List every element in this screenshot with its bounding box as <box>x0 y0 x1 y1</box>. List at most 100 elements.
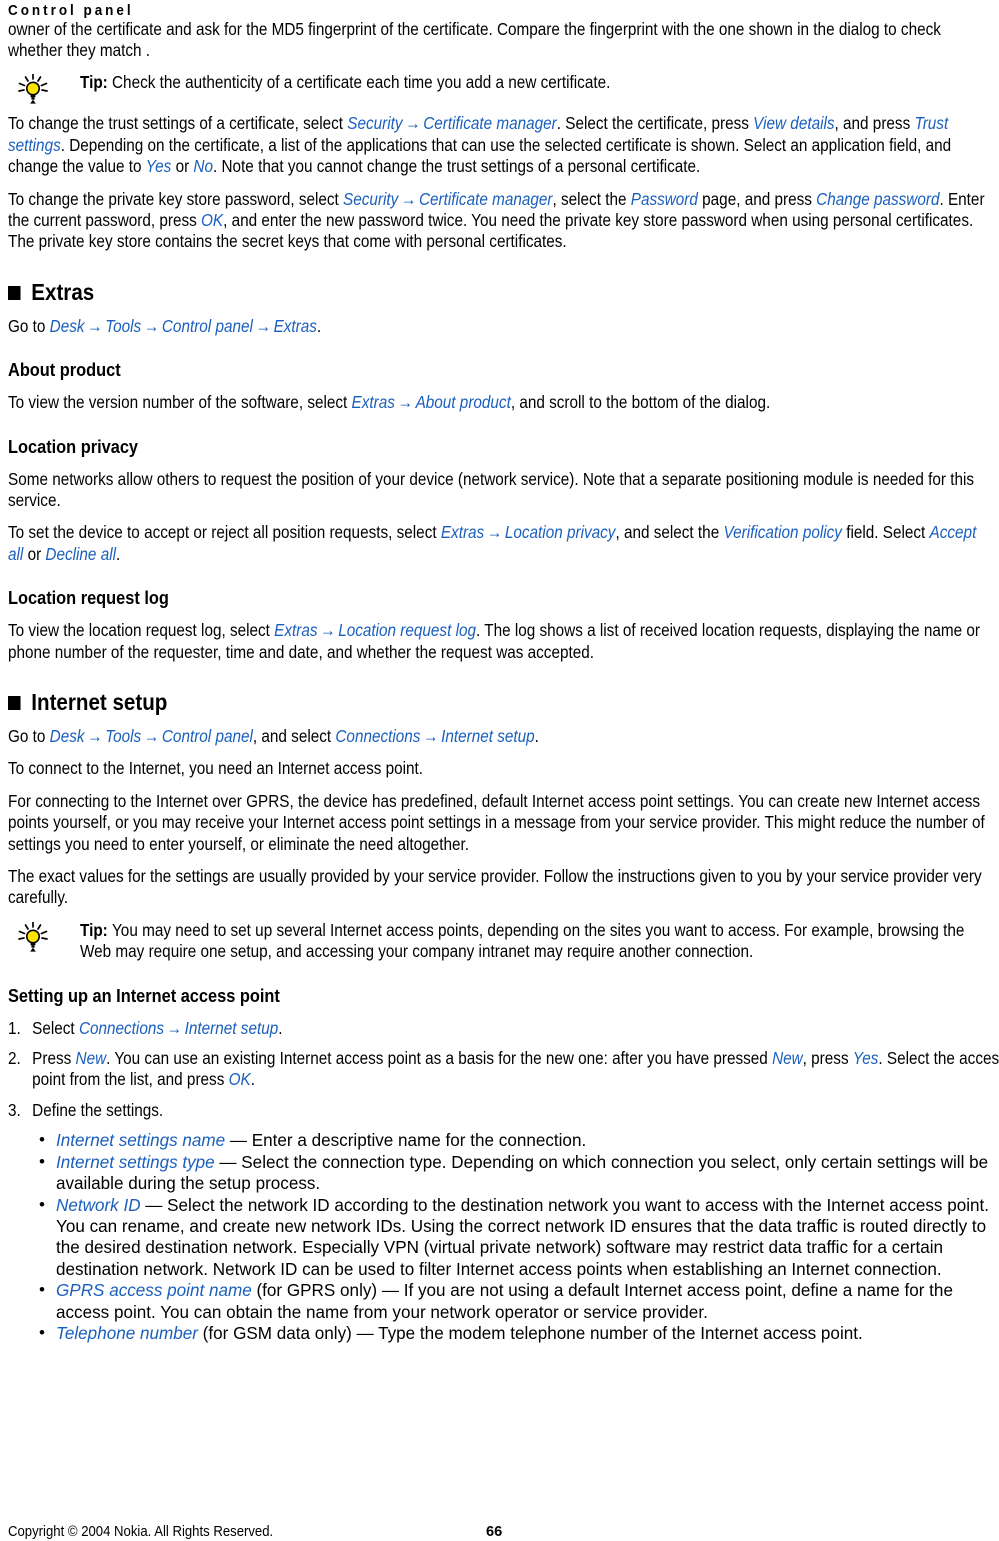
text-run: Go to <box>8 316 50 336</box>
ui-reference: OK <box>228 1070 251 1090</box>
heading-internet-setup: Internet setup <box>8 689 991 715</box>
setting-description: — Enter a descriptive name for the conne… <box>225 1131 587 1151</box>
list-bullet-icon: • <box>39 1194 45 1214</box>
arrow-icon: → <box>87 316 103 336</box>
text-run: . <box>250 1070 255 1090</box>
ui-reference: Security <box>347 114 403 134</box>
ui-reference: About product <box>415 393 511 413</box>
para-gprs-predefined: For connecting to the Internet over GPRS… <box>8 791 991 855</box>
list-bullet-icon: • <box>39 1130 45 1150</box>
ui-reference: Password <box>630 189 698 209</box>
setting-description: — Select the network ID according to the… <box>56 1195 990 1279</box>
tip-body: Check the authenticity of a certificate … <box>112 73 611 93</box>
para-private-key-store: To change the private key store password… <box>8 189 991 253</box>
ui-reference: Extras <box>440 523 485 543</box>
text-run: , and select <box>252 727 336 746</box>
document-page: Control panel owner of the certificate a… <box>0 0 999 1540</box>
para-goto-internet-setup: Go to Desk → Tools → Control panel, and sele… <box>8 726 991 747</box>
ui-reference: Security <box>343 189 399 209</box>
ui-reference: Yes <box>852 1049 879 1069</box>
step-text: Define the settings. <box>32 1101 163 1120</box>
arrow-icon: → <box>405 114 421 134</box>
text-run: To connect to the Internet, you need an … <box>8 759 424 779</box>
para-exact-values: The exact values for the settings are us… <box>8 866 991 909</box>
para-goto-extras: Go to Desk → Tools → Control panel → Extras. <box>8 316 991 337</box>
ui-reference: Internet setup <box>441 727 535 746</box>
text-run: . <box>534 727 539 746</box>
ui-reference: Certificate manager <box>423 114 557 134</box>
bullet-internet-settings-name: • Internet settings name — Enter a descri… <box>35 1130 991 1151</box>
text-run: . <box>278 1018 283 1038</box>
ui-reference: Desk <box>49 316 85 336</box>
ui-reference: Certificate manager <box>418 189 553 209</box>
text-run: , and press <box>834 114 915 134</box>
text-run: , and select the <box>615 523 724 543</box>
step-text: Select Connections → Internet setup. <box>32 1019 282 1038</box>
text-run: Define the settings. <box>32 1100 164 1120</box>
text-run: To view the version number of the softwa… <box>8 393 352 413</box>
para-trust-settings: To change the trust settings of a certif… <box>8 113 991 177</box>
text-run: Select <box>32 1018 79 1038</box>
heading-extras: Extras <box>8 279 991 305</box>
ui-reference: Extras <box>274 621 318 641</box>
lightbulb-icon <box>16 73 50 104</box>
ui-reference: New <box>75 1049 107 1069</box>
setting-term: Network ID <box>56 1195 141 1215</box>
text-run: The exact values for the settings are us… <box>8 867 982 908</box>
text-run: page, and press <box>697 189 817 209</box>
para-location-privacy-intro: Some networks allow others to request th… <box>8 469 991 512</box>
step-1: 1. Select Connections → Internet setup. <box>8 1018 999 1039</box>
ui-reference: Change password <box>816 189 940 209</box>
step-number: 2. <box>8 1049 21 1069</box>
ui-reference: Internet setup <box>184 1018 279 1038</box>
step-number: 3. <box>8 1100 21 1120</box>
heading-about-product: About product <box>8 359 121 381</box>
para-about-product: To view the version number of the softwa… <box>8 392 991 413</box>
text-run: , press <box>802 1049 853 1069</box>
arrow-icon: → <box>486 523 503 543</box>
para-location-request-log: To view the location request log, select… <box>8 620 991 663</box>
ui-reference: Connections <box>335 727 421 746</box>
section-heading-label: Extras <box>31 278 95 305</box>
ui-reference: Tools <box>105 316 142 336</box>
para-location-privacy-set: To set the device to accept or reject al… <box>8 522 991 565</box>
list-bullet-icon: • <box>39 1280 45 1300</box>
ui-reference: Location request log <box>338 621 477 641</box>
settings-bullet-list: • Internet settings name — Enter a descri… <box>35 1130 991 1344</box>
setting-term: Internet settings type <box>56 1152 215 1172</box>
ui-reference: View details <box>753 114 835 134</box>
ui-reference: New <box>772 1049 803 1069</box>
ui-reference: Verification policy <box>723 523 842 543</box>
copyright-notice: Copyright © 2004 Nokia. All Rights Reser… <box>8 1524 274 1540</box>
lightbulb-icon <box>16 921 50 952</box>
arrow-icon: → <box>423 727 439 746</box>
text-run: . You can use an existing Internet acces… <box>106 1049 773 1069</box>
arrow-icon: → <box>397 393 413 413</box>
ui-reference: Control panel <box>161 316 253 336</box>
bullet-gprs-access-point-name: • GPRS access point name (for GPRS only) … <box>35 1280 991 1323</box>
setup-steps-list: 1. Select Connections → Internet setup. 2. Pr… <box>8 1018 999 1122</box>
text-run: . <box>116 544 121 564</box>
list-bullet-icon: • <box>39 1322 45 1342</box>
bullet-internet-settings-type: • Internet settings type — Select the con… <box>35 1152 991 1195</box>
tip-certificate-authenticity: Tip: Check the authenticity of a certifi… <box>8 72 991 104</box>
text-run: owner of the certificate and ask for the… <box>8 19 941 60</box>
arrow-icon: → <box>401 189 417 209</box>
text-run: To change the private key store password… <box>8 189 344 209</box>
setting-term: Telephone number <box>56 1323 198 1343</box>
tip-text: Tip: Check the authenticity of a certifi… <box>80 72 995 93</box>
list-bullet-icon: • <box>39 1151 45 1171</box>
para-cert-continued: owner of the certificate and ask for the… <box>8 19 991 62</box>
arrow-icon: → <box>143 316 160 336</box>
black-square-bullet-icon <box>8 285 21 300</box>
ui-reference: Yes <box>145 157 172 177</box>
tip-several-access-points: Tip: You may need to set up several Inte… <box>8 920 991 963</box>
ui-reference: Location privacy <box>504 523 616 543</box>
ui-reference: OK <box>201 210 224 230</box>
step-number: 1. <box>8 1018 21 1038</box>
text-run: , and scroll to the bottom of the dialog… <box>510 393 771 413</box>
heading-location-request-log: Location request log <box>8 587 169 609</box>
text-run: or <box>171 157 194 177</box>
ui-reference: Connections <box>78 1018 164 1038</box>
text-run: , select the <box>552 189 631 209</box>
